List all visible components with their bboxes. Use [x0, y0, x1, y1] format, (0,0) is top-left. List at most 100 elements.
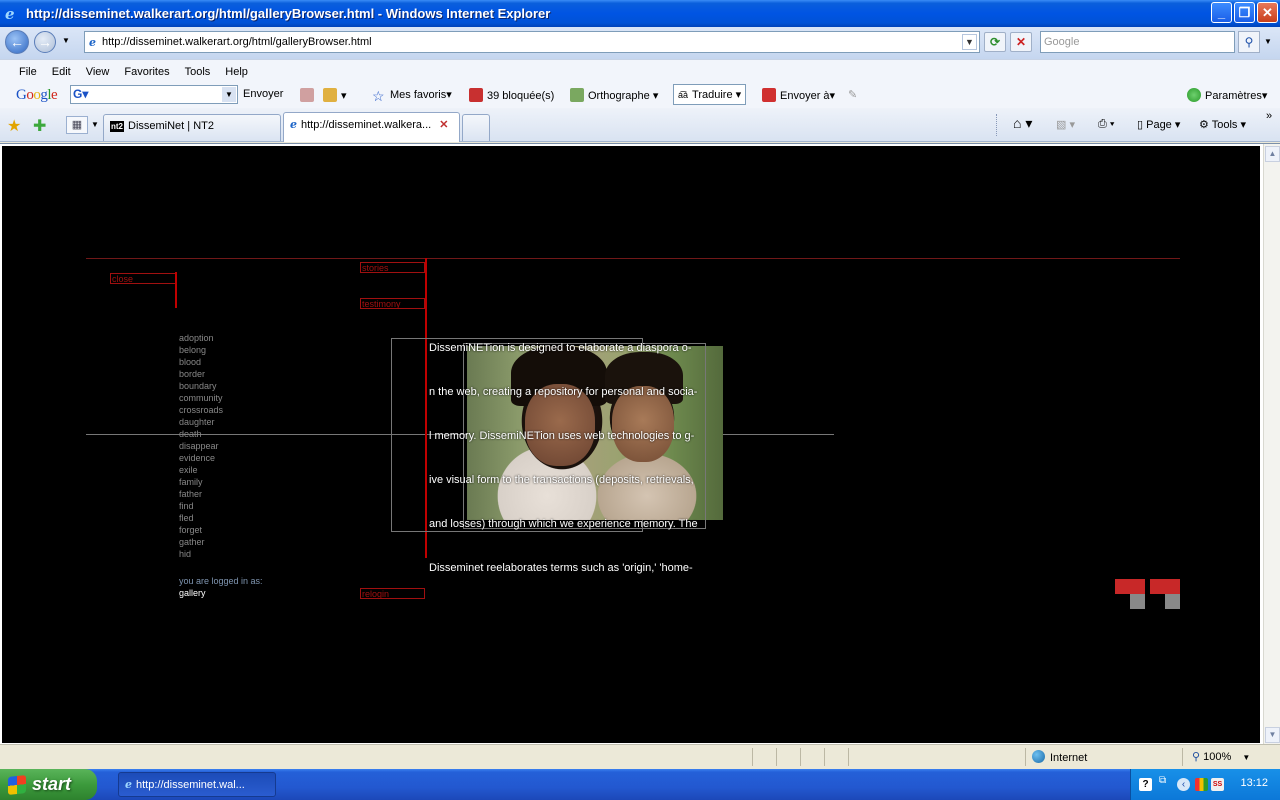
stop-button[interactable]: ✕	[1010, 32, 1032, 52]
tab-bar: ★ ✚ ▦ ▼ nt2 DissemiNet | NT2 e http://diss…	[0, 108, 1280, 142]
menu-view[interactable]: View	[86, 66, 110, 78]
restore-button[interactable]: ❐	[1234, 2, 1255, 23]
new-tab-button[interactable]	[462, 114, 490, 141]
search-options-icon[interactable]: ▼	[1264, 37, 1272, 46]
network-icon[interactable]: ⧉	[1159, 775, 1172, 788]
menu-tools[interactable]: Tools	[185, 66, 211, 78]
address-field[interactable]: e http://disseminet.walkerart.org/html/g…	[84, 31, 980, 53]
spelling-button[interactable]: Orthographe ▾	[570, 88, 658, 102]
translate-button[interactable]: a͡á Traduire ▾	[673, 84, 747, 105]
keyword-item[interactable]: blood	[179, 356, 223, 368]
keyword-item[interactable]: boundary	[179, 380, 223, 392]
gear-puzzle-icon[interactable]: ▾	[323, 88, 347, 102]
keyword-item[interactable]: crossroads	[179, 404, 223, 416]
page-icon: e	[89, 35, 96, 49]
scroll-down-icon[interactable]: ▼	[1265, 727, 1280, 743]
close-button[interactable]: close	[110, 273, 176, 284]
keyword-item[interactable]: exile	[179, 464, 223, 476]
highlight-icon[interactable]	[300, 88, 318, 102]
keyword-item[interactable]: adoption	[179, 332, 223, 344]
search-input[interactable]: Google	[1040, 31, 1235, 53]
taskbar-item-ie[interactable]: e http://disseminet.wal...	[118, 772, 276, 797]
spelling-label: Orthographe	[588, 90, 650, 102]
scroll-up-icon[interactable]: ▲	[1265, 146, 1280, 162]
start-button[interactable]: start	[0, 769, 97, 800]
globe-icon	[1032, 750, 1045, 763]
keyword-item[interactable]: father	[179, 488, 223, 500]
google-dropdown-icon[interactable]: ▼	[222, 87, 236, 102]
intro-line: DissemiNETion is designed to elaborate a…	[429, 342, 692, 354]
keyword-item[interactable]: border	[179, 368, 223, 380]
favorites-center-icon[interactable]: ★	[7, 116, 21, 136]
chevron-more-icon[interactable]: »	[1266, 110, 1272, 122]
home-icon[interactable]: ⌂ ▾	[1013, 115, 1032, 132]
refresh-button[interactable]: ⟳	[984, 32, 1006, 52]
intro-line: and losses) through which we experience …	[429, 518, 698, 530]
keyword-item[interactable]: find	[179, 500, 223, 512]
status-separator	[1025, 748, 1026, 766]
search-icon[interactable]: ⚲	[1238, 31, 1260, 53]
minimize-button[interactable]: _	[1211, 2, 1232, 23]
tray-chevron-icon[interactable]: ‹	[1177, 778, 1190, 791]
keyword-item[interactable]: gather	[179, 536, 223, 548]
keyword-item[interactable]: hid	[179, 548, 223, 560]
keyword-item[interactable]: daughter	[179, 416, 223, 428]
send-to-button[interactable]: Envoyer à▾	[762, 88, 835, 102]
keyword-item[interactable]: fled	[179, 512, 223, 524]
magnifier-icon: ⚲	[1192, 751, 1201, 763]
settings-button[interactable]: Paramètres▾	[1187, 88, 1267, 102]
security-zone[interactable]: Internet	[1032, 750, 1087, 764]
tray-app-icon[interactable]	[1195, 778, 1208, 791]
tools-menu-button[interactable]: ⚙ Tools ▾	[1199, 118, 1246, 131]
pencil-icon[interactable]: ✎	[848, 88, 857, 101]
keyword-item[interactable]: disappear	[179, 440, 223, 452]
history-dropdown-icon[interactable]: ▼	[62, 36, 70, 45]
print-icon[interactable]: ⎙ ▾	[1098, 118, 1114, 131]
system-tray: ? ⧉ ‹ SS 13:12	[1130, 769, 1280, 800]
popup-blocker-button[interactable]: 39 bloquée(s)	[469, 88, 554, 102]
disseminet-logo-icon	[1115, 579, 1181, 609]
keyword-item[interactable]: belong	[179, 344, 223, 356]
menu-favorites[interactable]: Favorites	[124, 66, 169, 78]
add-favorite-icon[interactable]: ✚	[33, 116, 46, 136]
menu-edit[interactable]: Edit	[52, 66, 71, 78]
address-dropdown-icon[interactable]: ▼	[962, 34, 977, 50]
vertical-scrollbar[interactable]: ▲ ▼	[1263, 144, 1280, 745]
close-tab-icon[interactable]: ✕	[439, 119, 448, 131]
forward-arrow-icon: →	[38, 34, 52, 50]
keyword-item[interactable]: family	[179, 476, 223, 488]
zoom-dropdown-icon: ▼	[1242, 753, 1251, 762]
page-menu-button[interactable]: ▯ Page ▾	[1137, 118, 1180, 131]
zoom-control[interactable]: ⚲ 100% ▼	[1192, 750, 1250, 763]
quick-tabs-icon[interactable]: ▦	[66, 116, 88, 134]
close-window-button[interactable]: ✕	[1257, 2, 1278, 23]
testimony-button[interactable]: testimony	[360, 298, 425, 309]
ie-logo-icon: e	[5, 4, 15, 23]
forward-button[interactable]: →	[34, 31, 56, 53]
stories-button[interactable]: stories	[360, 262, 425, 273]
browser-viewport: close stories testimony relogin adoption…	[0, 143, 1280, 745]
keyword-item[interactable]: forget	[179, 524, 223, 536]
menu-file[interactable]: File	[19, 66, 37, 78]
menu-help[interactable]: Help	[225, 66, 248, 78]
tab-gallery-browser[interactable]: e http://disseminet.walkera... ✕	[283, 112, 460, 142]
feeds-icon[interactable]: ▧ ▾	[1056, 118, 1075, 131]
blocked-icon	[469, 88, 483, 102]
start-label: start	[32, 774, 72, 794]
relogin-button[interactable]: relogin	[360, 588, 425, 599]
tray-app-icon[interactable]: SS	[1211, 778, 1224, 791]
favorites-button[interactable]: ☆ Mes favoris▾	[372, 88, 452, 104]
help-icon[interactable]: ?	[1139, 778, 1152, 791]
google-send-button[interactable]: Envoyer	[243, 88, 283, 100]
keyword-item[interactable]: death	[179, 428, 223, 440]
back-button[interactable]: ←	[5, 30, 29, 54]
translate-icon: a͡á	[678, 90, 689, 100]
keyword-item[interactable]: community	[179, 392, 223, 404]
top-red-rule	[86, 258, 1180, 259]
tab-list-dropdown-icon[interactable]: ▼	[91, 120, 99, 129]
google-search-input[interactable]: G▾ ▼	[70, 85, 238, 104]
tab-disseminet[interactable]: nt2 DissemiNet | NT2	[103, 114, 281, 141]
keyword-item[interactable]: evidence	[179, 452, 223, 464]
menu-bar: File Edit View Favorites Tools Help	[0, 59, 1280, 83]
window-title: http://disseminet.walkerart.org/html/gal…	[26, 6, 551, 21]
